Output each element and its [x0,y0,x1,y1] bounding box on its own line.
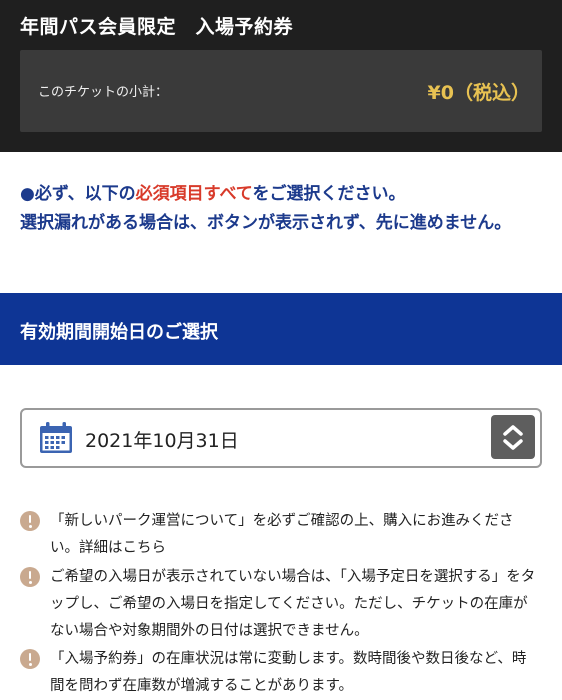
section-title: 有効期間開始日のご選択 [20,322,218,343]
calendar-icon [40,422,72,453]
exclamation-icon [20,649,40,669]
info-text[interactable]: 「新しいパーク運営について」を必ずご確認の上、購入にお進みください。詳細はこちら [50,508,538,562]
notice-suffix: をご選択ください。 [252,184,406,204]
required-notice: ●必ず、以下の必須項目すべてをご選択ください。 選択漏れがある場合は、ボタンが表… [20,180,550,238]
up-down-arrows-icon [503,425,523,450]
notice-prefix: ●必ず、以下の [20,184,136,204]
subtotal-value: ¥0（税込） [427,82,530,104]
ticket-title: 年間パス会員限定 入場予約券 [20,16,294,38]
section-header: 有効期間開始日のご選択 [0,293,562,365]
info-text: ご希望の入場日が表示されていない場合は、「入場予定日を選択する」をタップし、ご希… [50,569,536,639]
exclamation-icon [20,511,40,531]
notice-line2: 選択漏れがある場合は、ボタンが表示されず、先に進めません。 [20,213,512,233]
notice-highlight: 必須項目すべて [135,184,253,204]
subtotal-label: このチケットの小計： [38,85,169,100]
ticket-header: 年間パス会員限定 入場予約券 このチケットの小計： ¥0（税込） [0,0,562,152]
date-stepper-button[interactable] [491,415,535,459]
exclamation-icon [20,567,40,587]
start-date-select[interactable]: 2021年10月31日 [20,408,542,468]
subtotal-box: このチケットの小計： ¥0（税込） [20,50,542,132]
info-text: 「入場予約券」の在庫状況は常に変動します。数時間後や数日後など、時間を問わず在庫… [50,651,527,694]
selected-date: 2021年10月31日 [85,430,239,452]
